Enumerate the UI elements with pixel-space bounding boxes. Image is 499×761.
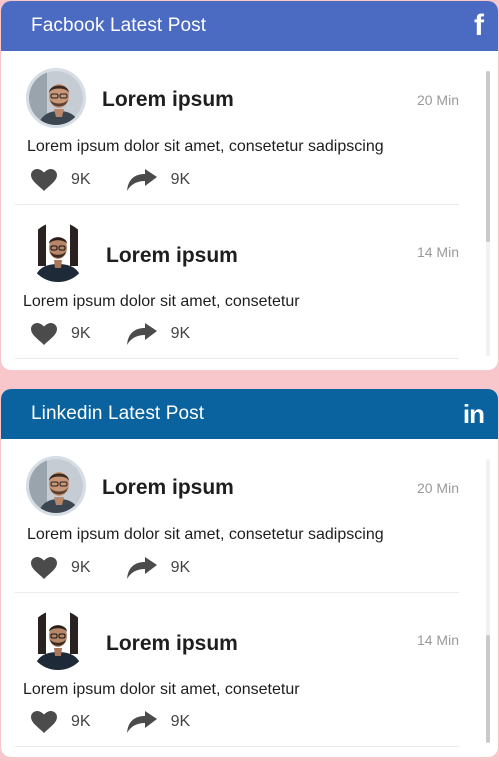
share-count: 9K bbox=[170, 713, 191, 730]
post-actions: 9K 9K bbox=[31, 169, 226, 191]
avatar[interactable] bbox=[26, 68, 86, 128]
like-button[interactable]: 9K bbox=[31, 169, 91, 191]
linkedin-icon[interactable]: in bbox=[463, 399, 485, 430]
heart-icon bbox=[31, 323, 57, 345]
post-list[interactable]: Lorem ipsum 20 Min Lorem ipsum dolor sit… bbox=[1, 439, 498, 757]
post-text: Lorem ipsum dolor sit amet, consetetur bbox=[23, 293, 300, 310]
card-title: Facbook Latest Post bbox=[31, 15, 207, 36]
post-item[interactable]: Lorem ipsum 14 Min Lorem ipsum dolor sit… bbox=[1, 205, 471, 359]
like-count: 9K bbox=[71, 171, 91, 188]
scrollbar[interactable] bbox=[486, 71, 490, 356]
post-item[interactable]: Lorem ipsum 20 Min Lorem ipsum dolor sit… bbox=[1, 439, 471, 593]
facebook-card: Facbook Latest Post f Lorem ipsum 20 Min… bbox=[1, 1, 498, 370]
avatar[interactable] bbox=[26, 456, 86, 516]
linkedin-card: Linkedin Latest Post in Lorem ipsum 20 M… bbox=[1, 389, 498, 757]
linkedin-card-header: Linkedin Latest Post in bbox=[1, 389, 498, 439]
share-button[interactable]: 9K bbox=[126, 323, 191, 345]
post-text: Lorem ipsum dolor sit amet, consetetur s… bbox=[27, 138, 384, 155]
card-title: Linkedin Latest Post bbox=[31, 403, 205, 424]
heart-icon bbox=[31, 711, 57, 733]
post-author[interactable]: Lorem ipsum bbox=[106, 244, 238, 268]
share-button[interactable]: 9K bbox=[126, 169, 191, 191]
like-count: 9K bbox=[71, 713, 91, 730]
post-author[interactable]: Lorem ipsum bbox=[106, 632, 238, 656]
post-actions: 9K 9K bbox=[31, 711, 226, 733]
post-item[interactable]: Lorem ipsum 20 Min Lorem ipsum dolor sit… bbox=[1, 51, 471, 205]
post-author[interactable]: Lorem ipsum bbox=[102, 88, 234, 112]
heart-icon bbox=[31, 557, 57, 579]
like-button[interactable]: 9K bbox=[31, 711, 91, 733]
like-count: 9K bbox=[71, 559, 91, 576]
post-text: Lorem ipsum dolor sit amet, consetetur s… bbox=[27, 526, 384, 543]
post-time: 14 Min bbox=[416, 632, 459, 648]
share-count: 9K bbox=[170, 171, 191, 188]
share-count: 9K bbox=[170, 559, 191, 576]
share-arrow-icon bbox=[126, 323, 157, 345]
scrollbar-thumb[interactable] bbox=[486, 71, 490, 242]
post-time: 20 Min bbox=[416, 480, 459, 496]
share-count: 9K bbox=[170, 325, 191, 342]
share-arrow-icon bbox=[126, 711, 157, 733]
avatar[interactable] bbox=[28, 222, 88, 282]
post-author[interactable]: Lorem ipsum bbox=[102, 476, 234, 500]
facebook-card-header: Facbook Latest Post f bbox=[1, 1, 498, 51]
post-actions: 9K 9K bbox=[31, 323, 226, 345]
post-time: 20 Min bbox=[416, 92, 459, 108]
scrollbar-thumb[interactable] bbox=[486, 635, 490, 743]
share-button[interactable]: 9K bbox=[126, 557, 191, 579]
post-item[interactable]: Lorem ipsum 14 Min Lorem ipsum dolor sit… bbox=[1, 593, 471, 747]
divider bbox=[15, 358, 459, 359]
post-text: Lorem ipsum dolor sit amet, consetetur bbox=[23, 681, 300, 698]
divider bbox=[15, 746, 459, 747]
avatar[interactable] bbox=[28, 610, 88, 670]
post-list[interactable]: Lorem ipsum 20 Min Lorem ipsum dolor sit… bbox=[1, 51, 498, 370]
like-button[interactable]: 9K bbox=[31, 557, 91, 579]
scrollbar[interactable] bbox=[486, 459, 490, 743]
share-arrow-icon bbox=[126, 169, 157, 191]
facebook-icon[interactable]: f bbox=[474, 9, 484, 43]
post-actions: 9K 9K bbox=[31, 557, 226, 579]
like-count: 9K bbox=[71, 325, 91, 342]
share-button[interactable]: 9K bbox=[126, 711, 191, 733]
post-time: 14 Min bbox=[416, 244, 459, 260]
share-arrow-icon bbox=[126, 557, 157, 579]
like-button[interactable]: 9K bbox=[31, 323, 91, 345]
heart-icon bbox=[31, 169, 57, 191]
